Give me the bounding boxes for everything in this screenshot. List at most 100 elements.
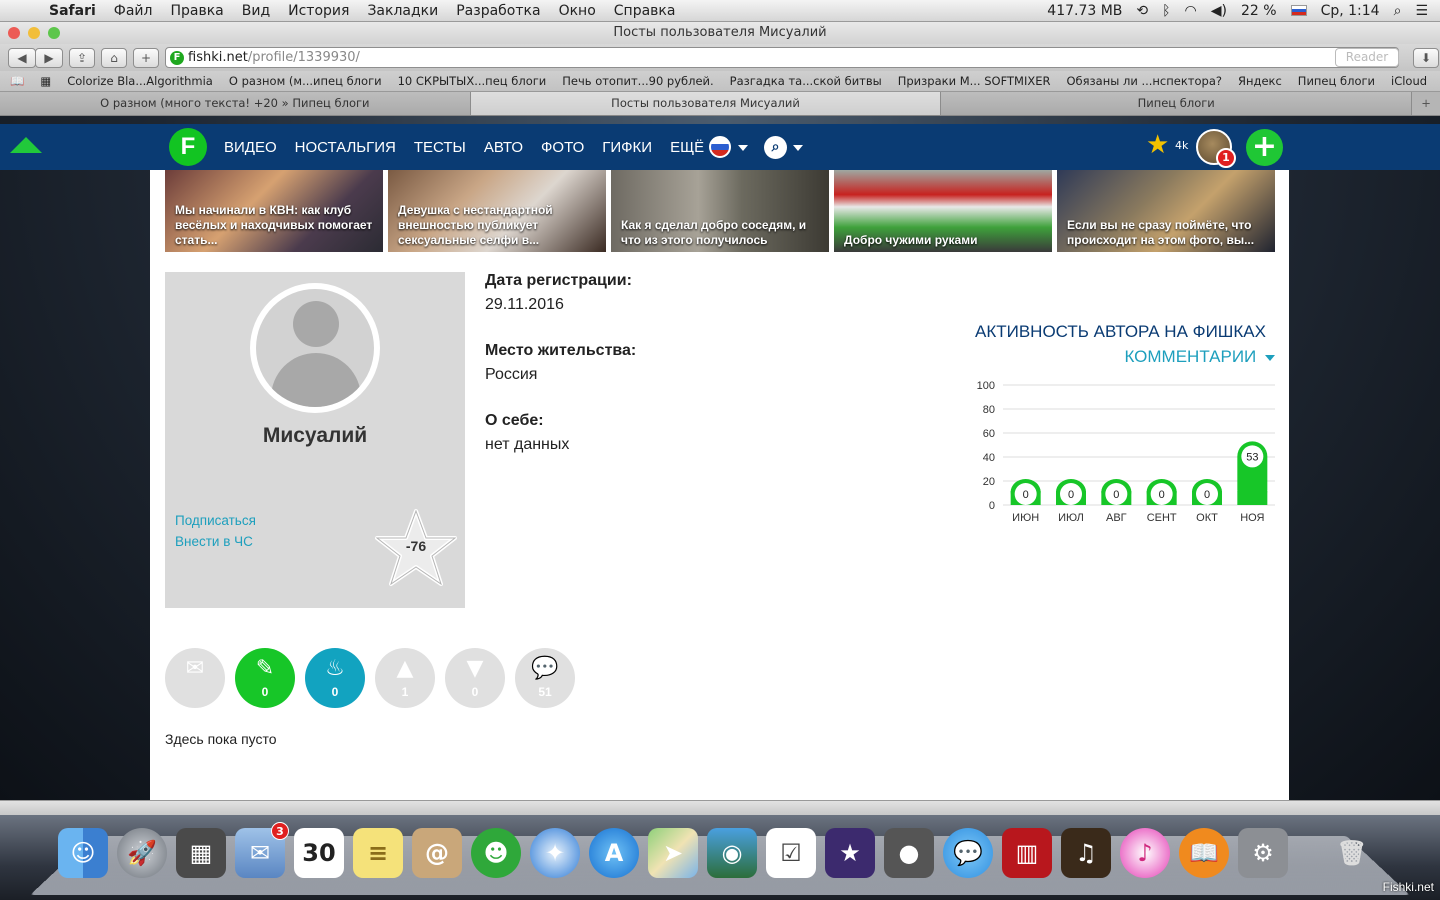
bookmark-item[interactable]: Colorize Bla...Algorithmia (67, 74, 213, 88)
featured-card[interactable]: Девушка с нестандартной внешностью публи… (388, 170, 606, 252)
finder-icon[interactable]: ☺ (58, 828, 108, 878)
notification-center-icon[interactable]: ☰ (1415, 3, 1428, 19)
bookmark-item[interactable]: 10 СКРЫТЫХ...пец блоги (398, 74, 547, 88)
featured-card[interactable]: Как я сделал добро соседям, и что из это… (611, 170, 829, 252)
blacklist-link[interactable]: Внести в ЧС (175, 534, 253, 549)
battery-readout[interactable]: 22 % (1241, 3, 1277, 19)
featured-card[interactable]: Добро чужими руками (834, 170, 1052, 252)
bookmark-item[interactable]: Обязаны ли ...нспектора? (1066, 74, 1222, 88)
posts-stat[interactable]: ✎ 0 (235, 648, 295, 708)
bookmark-item[interactable]: Призраки М... SOFTMIXER (898, 74, 1051, 88)
featured-card[interactable]: Если вы не сразу поймёте, что происходит… (1057, 170, 1275, 252)
system-preferences-icon[interactable]: ⚙ (1238, 828, 1288, 878)
tab-profile-posts[interactable]: Посты пользователя Мисуалий (470, 92, 942, 115)
nav-more[interactable]: ЕЩЁ (670, 139, 704, 156)
photo-booth-icon[interactable]: ▦ (176, 828, 226, 878)
address-bar[interactable]: F fishki.net /profile/1339930/ ↻ (165, 47, 1399, 68)
bookmark-item[interactable]: Разгадка та...ской битвы (730, 74, 882, 88)
site-logo[interactable]: F (169, 128, 207, 166)
bookmark-item[interactable]: Печь отопит...90 рублей. (562, 74, 713, 88)
menu-history[interactable]: История (279, 3, 358, 19)
bookmark-item[interactable]: О разном (м...ипец блоги (229, 74, 382, 88)
reminders-icon[interactable]: ☑ (766, 828, 816, 878)
wifi-icon[interactable]: ◠ (1185, 3, 1197, 19)
time-machine-icon[interactable]: ⟲ (1136, 3, 1148, 19)
menu-view[interactable]: Вид (233, 3, 279, 19)
notification-badge[interactable]: 1 (1216, 148, 1236, 168)
imovie-icon[interactable]: ★ (825, 828, 875, 878)
volume-icon[interactable]: ◀) (1211, 3, 1227, 19)
adium-icon[interactable]: ☻ (471, 828, 521, 878)
back-button[interactable]: ◀ (8, 47, 36, 68)
tab-pipets-blog[interactable]: Пипец блоги (941, 92, 1413, 115)
garageband-icon[interactable]: ♫ (1061, 828, 1111, 878)
add-post-button[interactable]: + (1246, 129, 1283, 166)
launchpad-icon[interactable]: 🚀 (117, 828, 167, 878)
menu-bookmarks[interactable]: Закладки (358, 3, 447, 19)
activity-type-select[interactable]: КОММЕНТАРИИ (1124, 347, 1275, 367)
hot-stat[interactable]: ♨ 0 (305, 648, 365, 708)
safari-icon[interactable]: ✦ (530, 828, 580, 878)
nav-video[interactable]: ВИДЕО (224, 139, 277, 156)
memory-readout[interactable]: 417.73 MB (1047, 3, 1122, 19)
star-icon[interactable]: ★ (1146, 132, 1169, 158)
menu-edit[interactable]: Правка (161, 3, 232, 19)
maps-icon[interactable]: ➤ (648, 828, 698, 878)
spotlight-icon[interactable]: ⌕ (1394, 3, 1402, 19)
app-store-icon[interactable]: A (589, 828, 639, 878)
comments-stat[interactable]: 💬 51 (515, 648, 575, 708)
messages-icon[interactable]: 💬 (943, 828, 993, 878)
top-sites-icon[interactable]: ▦ (40, 74, 51, 88)
featured-card[interactable]: Мы начинали в КВН: как клуб весёлых и на… (165, 170, 383, 252)
photo-booth-curtain-icon[interactable]: ▥ (1002, 828, 1052, 878)
bluetooth-icon[interactable]: ᛒ (1162, 3, 1170, 19)
calendar-icon[interactable]: 30 (294, 828, 344, 878)
itunes-icon[interactable]: ♪ (1120, 828, 1170, 878)
iphoto-icon[interactable]: ◉ (707, 828, 757, 878)
chevron-down-icon[interactable] (793, 145, 803, 151)
nav-tests[interactable]: ТЕСТЫ (414, 139, 466, 156)
close-window-button[interactable] (8, 27, 20, 39)
bookmark-item[interactable]: iCloud (1391, 74, 1427, 88)
menu-app[interactable]: Safari (40, 3, 105, 19)
contacts-icon[interactable]: @ (412, 828, 462, 878)
add-tab-button[interactable]: + (1412, 92, 1440, 115)
dislikes-stat[interactable]: ▼ 0 (445, 648, 505, 708)
minimize-window-button[interactable] (28, 27, 40, 39)
ibooks-icon[interactable]: 📖 (1179, 828, 1229, 878)
message-stat[interactable]: ✉ (165, 648, 225, 708)
reading-list-icon[interactable]: 📖 (10, 74, 24, 88)
tab-blog-post[interactable]: О разном (много текста! +20 » Пипец блог… (0, 92, 471, 115)
window-titlebar: Посты пользователя Мисуалий (0, 22, 1440, 44)
downloads-button[interactable]: ⬇ (1413, 47, 1439, 68)
mail-app-icon[interactable]: ✉ 3 (235, 822, 289, 878)
menu-develop[interactable]: Разработка (447, 3, 549, 19)
home-button[interactable]: ⌂ (101, 47, 127, 68)
new-tab-button[interactable]: + (133, 47, 159, 68)
nav-nostalgia[interactable]: НОСТАЛЬГИЯ (295, 139, 396, 156)
language-flag-icon[interactable] (709, 136, 731, 158)
scroll-up-icon[interactable] (10, 137, 42, 153)
chevron-down-icon[interactable] (738, 145, 748, 151)
menu-file[interactable]: Файл (105, 3, 162, 19)
reader-button[interactable]: Reader (1335, 48, 1399, 67)
subscribe-link[interactable]: Подписаться (175, 513, 256, 528)
nav-photo[interactable]: ФОТО (541, 139, 584, 156)
share-button[interactable]: ⇪ (69, 47, 95, 68)
nav-gifs[interactable]: ГИФКИ (602, 139, 652, 156)
menu-help[interactable]: Справка (605, 3, 685, 19)
bookmark-item[interactable]: Пипец блоги (1298, 74, 1375, 88)
zoom-window-button[interactable] (48, 27, 60, 39)
hot-count: 0 (331, 685, 339, 699)
input-flag-icon[interactable] (1290, 5, 1307, 16)
nav-auto[interactable]: АВТО (484, 139, 523, 156)
likes-stat[interactable]: ▲ 1 (375, 648, 435, 708)
facetime-icon[interactable]: ● (884, 828, 934, 878)
forward-button[interactable]: ▶ (35, 47, 63, 68)
menu-window[interactable]: Окно (550, 3, 605, 19)
notes-icon[interactable]: ≡ (353, 828, 403, 878)
search-icon[interactable]: ⌕ (764, 136, 787, 159)
bookmark-item[interactable]: Яндекс (1238, 74, 1282, 88)
clock[interactable]: Ср, 1:14 (1321, 3, 1380, 19)
trash-icon[interactable]: 🗑 (1327, 828, 1377, 878)
